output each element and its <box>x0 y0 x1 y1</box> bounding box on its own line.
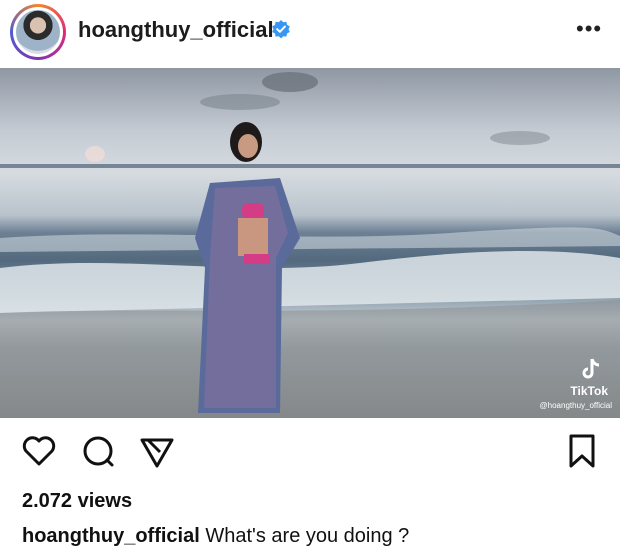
post-media[interactable]: TikTok @hoangthuy_official <box>0 68 620 418</box>
action-bar <box>0 432 620 476</box>
avatar-photo <box>16 10 60 54</box>
beach-scene <box>0 72 620 418</box>
view-count: 2.072 views <box>22 490 133 512</box>
tiktok-watermark-handle: @hoangthuy_official <box>539 401 612 410</box>
post-header: hoangthuy_official ••• <box>0 0 620 66</box>
comment-icon[interactable] <box>79 432 117 470</box>
caption-text: What's are you doing ? <box>205 525 410 547</box>
header-username[interactable]: hoangthuy_official <box>78 17 274 43</box>
caption-username[interactable]: hoangthuy_official <box>22 525 200 547</box>
bookmark-icon[interactable] <box>563 432 601 470</box>
tiktok-logo-icon <box>582 358 600 379</box>
avatar-ring <box>13 7 63 57</box>
verified-badge-icon <box>272 20 290 39</box>
heart-icon[interactable] <box>20 432 58 470</box>
tiktok-watermark-label: TikTok <box>570 384 608 398</box>
more-options-button[interactable]: ••• <box>576 16 602 42</box>
caption: hoangthuy_official What's are you doing … <box>22 525 409 548</box>
avatar[interactable] <box>10 4 66 60</box>
share-icon[interactable] <box>138 432 176 470</box>
